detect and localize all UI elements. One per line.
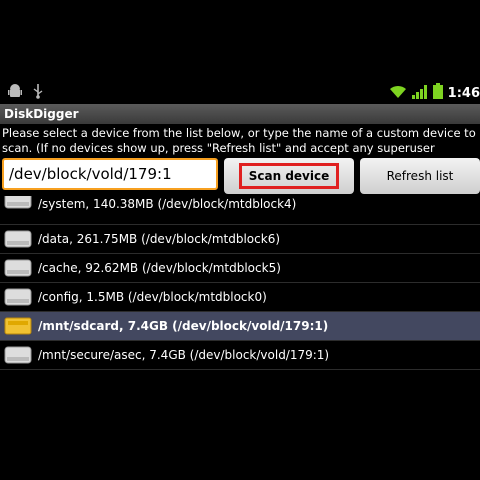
- device-row[interactable]: /config, 1.5MB (/dev/block/mtdblock0): [0, 283, 480, 312]
- app-title: DiskDigger: [0, 104, 480, 124]
- signal-icon: [411, 84, 428, 103]
- drive-icon: [4, 258, 32, 278]
- device-row[interactable]: /system, 140.38MB (/dev/block/mtdblock4): [0, 196, 480, 225]
- device-label: /cache, 92.62MB (/dev/block/mtdblock5): [38, 261, 281, 275]
- drive-icon: [4, 229, 32, 249]
- device-row[interactable]: /cache, 92.62MB (/dev/block/mtdblock5): [0, 254, 480, 283]
- scan-device-label: Scan device: [239, 163, 339, 189]
- device-list: /system, 140.38MB (/dev/block/mtdblock4)…: [0, 196, 480, 480]
- device-label: /data, 261.75MB (/dev/block/mtdblock6): [38, 232, 281, 246]
- device-label: /mnt/sdcard, 7.4GB (/dev/block/vold/179:…: [38, 319, 329, 333]
- device-row[interactable]: /data, 261.75MB (/dev/block/mtdblock6): [0, 225, 480, 254]
- scan-device-button[interactable]: Scan device: [224, 158, 354, 194]
- usb-icon: [32, 83, 44, 103]
- status-bar: 1:46: [0, 80, 480, 104]
- android-debug-icon: [8, 83, 22, 103]
- device-label: /mnt/secure/asec, 7.4GB (/dev/block/vold…: [38, 348, 330, 362]
- battery-icon: [432, 83, 443, 103]
- wifi-icon: [389, 84, 407, 103]
- drive-icon: [4, 345, 32, 365]
- device-label: /system, 140.38MB (/dev/block/mtdblock4): [38, 197, 297, 211]
- drive-icon: [4, 196, 32, 210]
- refresh-list-button[interactable]: Refresh list: [360, 158, 480, 194]
- sdcard-icon: [4, 316, 32, 336]
- drive-icon: [4, 287, 32, 307]
- status-time: 1:46: [447, 85, 480, 101]
- device-row[interactable]: /mnt/secure/asec, 7.4GB (/dev/block/vold…: [0, 341, 480, 370]
- device-label: /config, 1.5MB (/dev/block/mtdblock0): [38, 290, 267, 304]
- device-row-selected[interactable]: /mnt/sdcard, 7.4GB (/dev/block/vold/179:…: [0, 312, 480, 341]
- device-path-input[interactable]: [2, 158, 218, 190]
